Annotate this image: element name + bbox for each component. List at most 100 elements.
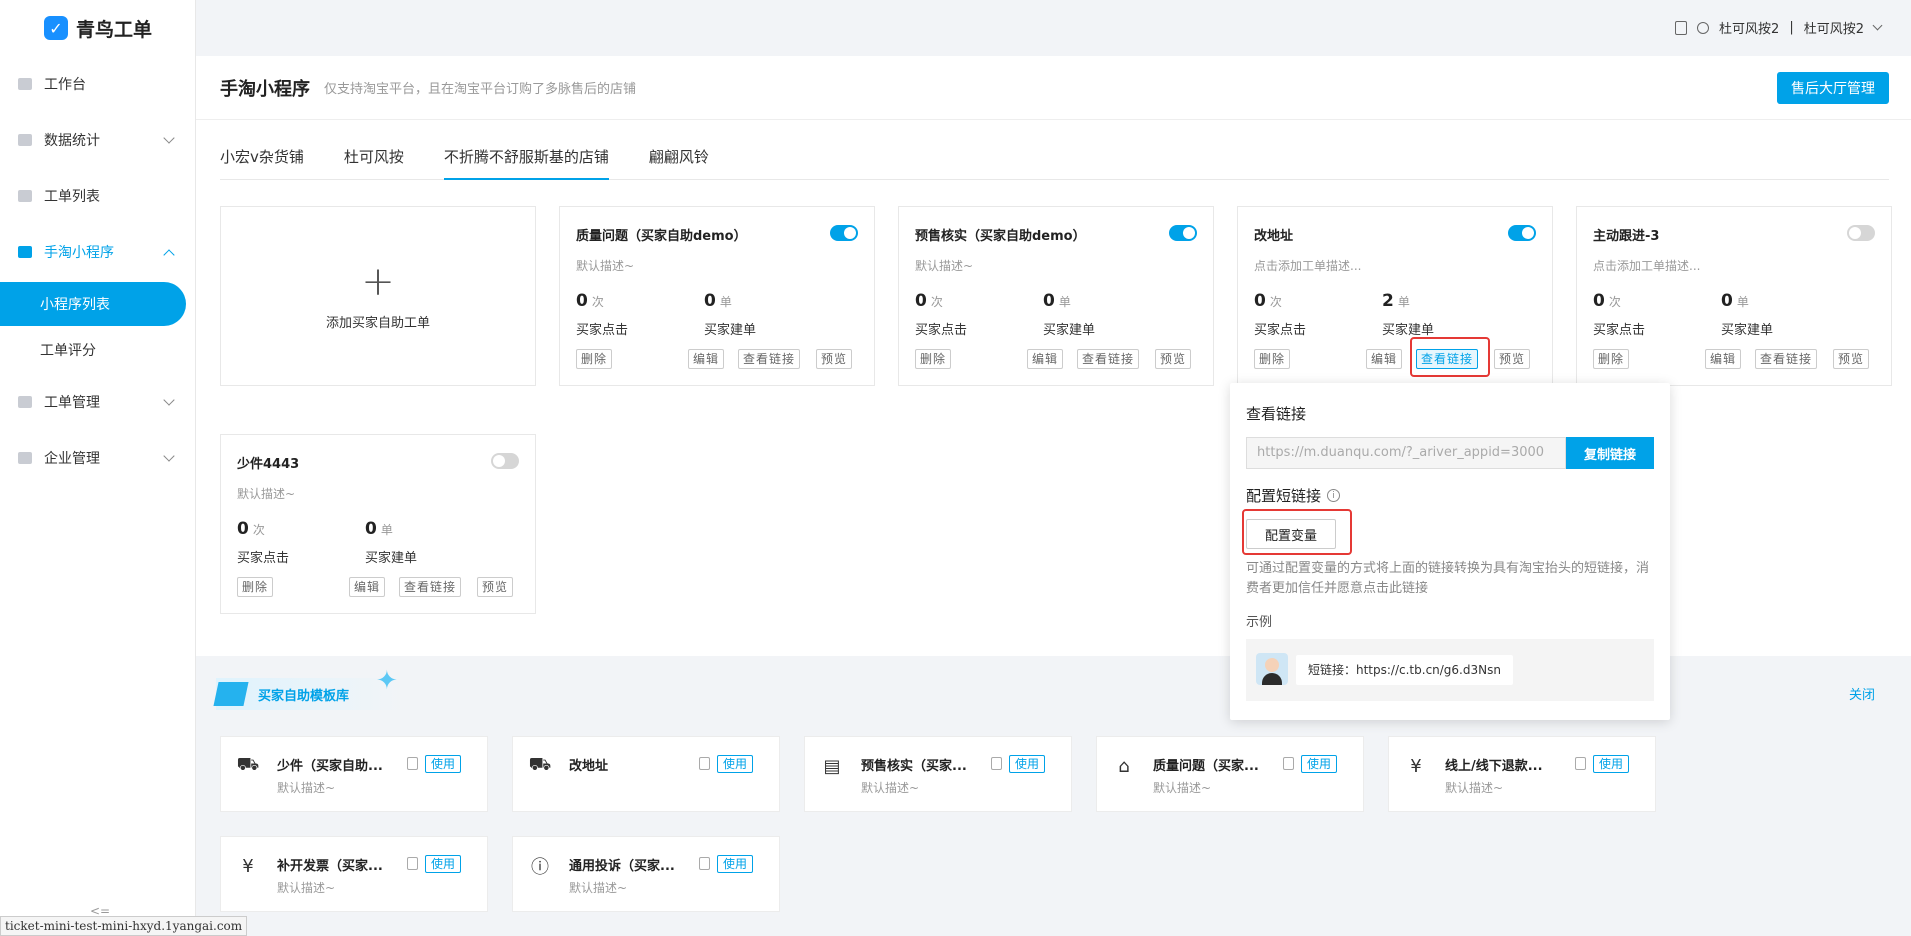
tab-shop-4[interactable]: 翩翩风铃	[649, 142, 709, 180]
order-value: 2	[1382, 291, 1394, 311]
edit-button[interactable]: 编辑	[1705, 349, 1742, 369]
use-template-button[interactable]: 使用	[717, 855, 754, 873]
preview-button[interactable]: 预览	[1833, 349, 1870, 369]
order-count: 2单	[1382, 291, 1410, 311]
order-unit: 单	[719, 295, 732, 309]
view-link-button[interactable]: 查看链接	[1077, 349, 1140, 369]
edit-button[interactable]: 编辑	[1366, 349, 1403, 369]
sidebar-item-label: 小程序列表	[40, 297, 110, 313]
document-icon[interactable]	[1575, 757, 1586, 770]
link-url-input[interactable]: https://m.duanqu.com/?_ariver_appid=3000	[1246, 437, 1566, 469]
highlight-box	[1242, 509, 1352, 555]
info-icon[interactable]: i	[1327, 489, 1341, 502]
enable-toggle[interactable]	[1847, 225, 1875, 241]
document-icon[interactable]	[407, 757, 418, 770]
order-unit: 单	[380, 523, 393, 537]
preview-button[interactable]: 预览	[1155, 349, 1192, 369]
document-icon[interactable]	[407, 857, 418, 870]
document-icon[interactable]	[699, 757, 710, 770]
example-short-link: 短链接：https://c.tb.cn/g6.d3Nsn	[1296, 655, 1513, 685]
enable-toggle[interactable]	[1508, 225, 1536, 241]
service-hall-button[interactable]: 售后大厅管理	[1777, 72, 1889, 104]
preview-button[interactable]: 预览	[1494, 349, 1531, 369]
card-desc: 默认描述~	[237, 487, 296, 501]
logo-check-icon: ✓	[44, 16, 68, 40]
add-ticket-card[interactable]: + 添加买家自助工单	[220, 206, 536, 386]
use-template-button[interactable]: 使用	[425, 755, 462, 773]
order-count: 0单	[1043, 291, 1071, 311]
highlight-box	[1410, 337, 1490, 377]
order-label: 买家建单	[704, 323, 757, 338]
sidebar-item-workbench[interactable]: 工作台	[0, 56, 195, 112]
order-count: 0单	[365, 519, 393, 539]
enable-toggle[interactable]	[491, 453, 519, 469]
page-subtitle: 仅支持淘宝平台，且在淘宝平台订购了多脉售后的店铺	[324, 82, 637, 97]
template-name: 通用投诉（买家...	[569, 859, 675, 874]
template-card: ⛟ 少件（买家自助... 默认描述~ 使用	[220, 736, 488, 812]
sidebar-subitem-mini-list[interactable]: 小程序列表	[0, 282, 186, 326]
use-template-button[interactable]: 使用	[717, 755, 754, 773]
order-count: 0单	[1721, 291, 1749, 311]
document-icon[interactable]	[1675, 20, 1688, 35]
use-template-button[interactable]: 使用	[1301, 755, 1338, 773]
sidebar-item-ticket-manage[interactable]: 工单管理	[0, 374, 195, 430]
sidebar-subitem-rating[interactable]: 工单评分	[0, 328, 195, 372]
use-template-button[interactable]: 使用	[1009, 755, 1046, 773]
delete-button[interactable]: 删除	[576, 349, 613, 369]
edit-button[interactable]: 编辑	[1027, 349, 1064, 369]
page-header: 手淘小程序 仅支持淘宝平台，且在淘宝平台订购了多脉售后的店铺	[196, 56, 1911, 120]
edit-button[interactable]: 编辑	[688, 349, 725, 369]
view-link-button[interactable]: 查看链接	[738, 349, 801, 369]
popover-title: 查看链接	[1246, 405, 1307, 423]
monitor-icon	[18, 78, 32, 90]
logo[interactable]: ✓ 青鸟工单	[0, 0, 195, 56]
sidebar-item-ticket-list[interactable]: 工单列表	[0, 168, 195, 224]
tab-shop-3[interactable]: 不折腾不舒服斯基的店铺	[443, 142, 609, 180]
use-template-button[interactable]: 使用	[425, 855, 462, 873]
template-desc: 默认描述~	[1153, 781, 1212, 795]
click-unit: 次	[1608, 295, 1621, 309]
preview-button[interactable]: 预览	[816, 349, 853, 369]
document-icon[interactable]	[991, 757, 1002, 770]
view-link-button[interactable]: 查看链接	[399, 577, 462, 597]
tab-shop-2[interactable]: 杜可风按	[344, 142, 404, 180]
order-label: 买家建单	[1382, 323, 1435, 338]
click-count: 0次	[915, 291, 943, 311]
document-icon[interactable]	[699, 857, 710, 870]
delete-button[interactable]: 删除	[915, 349, 952, 369]
order-unit: 单	[1397, 295, 1410, 309]
enable-toggle[interactable]	[830, 225, 858, 241]
delete-button[interactable]: 删除	[1254, 349, 1291, 369]
sidebar-item-statistics[interactable]: 数据统计	[0, 112, 195, 168]
click-value: 0	[915, 291, 927, 311]
template-card: ⓘ 通用投诉（买家... 默认描述~ 使用	[512, 836, 780, 912]
order-value: 0	[1043, 291, 1055, 311]
logo-text: 青鸟工单	[76, 18, 153, 41]
sidebar-item-label: 数据统计	[44, 133, 100, 149]
click-label: 买家点击	[1593, 323, 1646, 338]
copy-link-button[interactable]: 复制链接	[1566, 437, 1654, 469]
preview-button[interactable]: 预览	[477, 577, 514, 597]
user-icon	[1697, 21, 1710, 34]
ticket-card: 质量问题（买家自助demo） 默认描述~ 0次 0单 买家点击 买家建单 删除 …	[559, 206, 875, 386]
tab-shop-1[interactable]: 小宏v杂货铺	[220, 142, 304, 180]
view-link-button[interactable]: 查看链接	[1755, 349, 1818, 369]
template-banner-label: 买家自助模板库	[258, 688, 350, 704]
short-link-label: 配置短链接	[1246, 487, 1322, 505]
sidebar-item-label: 工单列表	[44, 189, 100, 205]
template-desc: 默认描述~	[277, 781, 336, 795]
enable-toggle[interactable]	[1169, 225, 1197, 241]
short-link-note: 可通过配置变量的方式将上面的链接转换为具有淘宝抬头的短链接，消费者更加信任并愿意…	[1246, 561, 1650, 596]
sidebar-item-enterprise[interactable]: 企业管理	[0, 430, 195, 486]
user-menu[interactable]: 杜可风按2 | 杜可风按2	[1675, 18, 1883, 37]
delete-button[interactable]: 删除	[1593, 349, 1630, 369]
edit-button[interactable]: 编辑	[349, 577, 386, 597]
click-value: 0	[1593, 291, 1605, 311]
click-value: 0	[1254, 291, 1266, 311]
delete-button[interactable]: 删除	[237, 577, 274, 597]
close-templates-link[interactable]: 关闭	[1849, 684, 1875, 703]
sidebar-item-label: 工单管理	[44, 395, 100, 411]
document-icon[interactable]	[1283, 757, 1294, 770]
sidebar-item-mini-program[interactable]: 手淘小程序	[0, 224, 195, 280]
use-template-button[interactable]: 使用	[1593, 755, 1630, 773]
